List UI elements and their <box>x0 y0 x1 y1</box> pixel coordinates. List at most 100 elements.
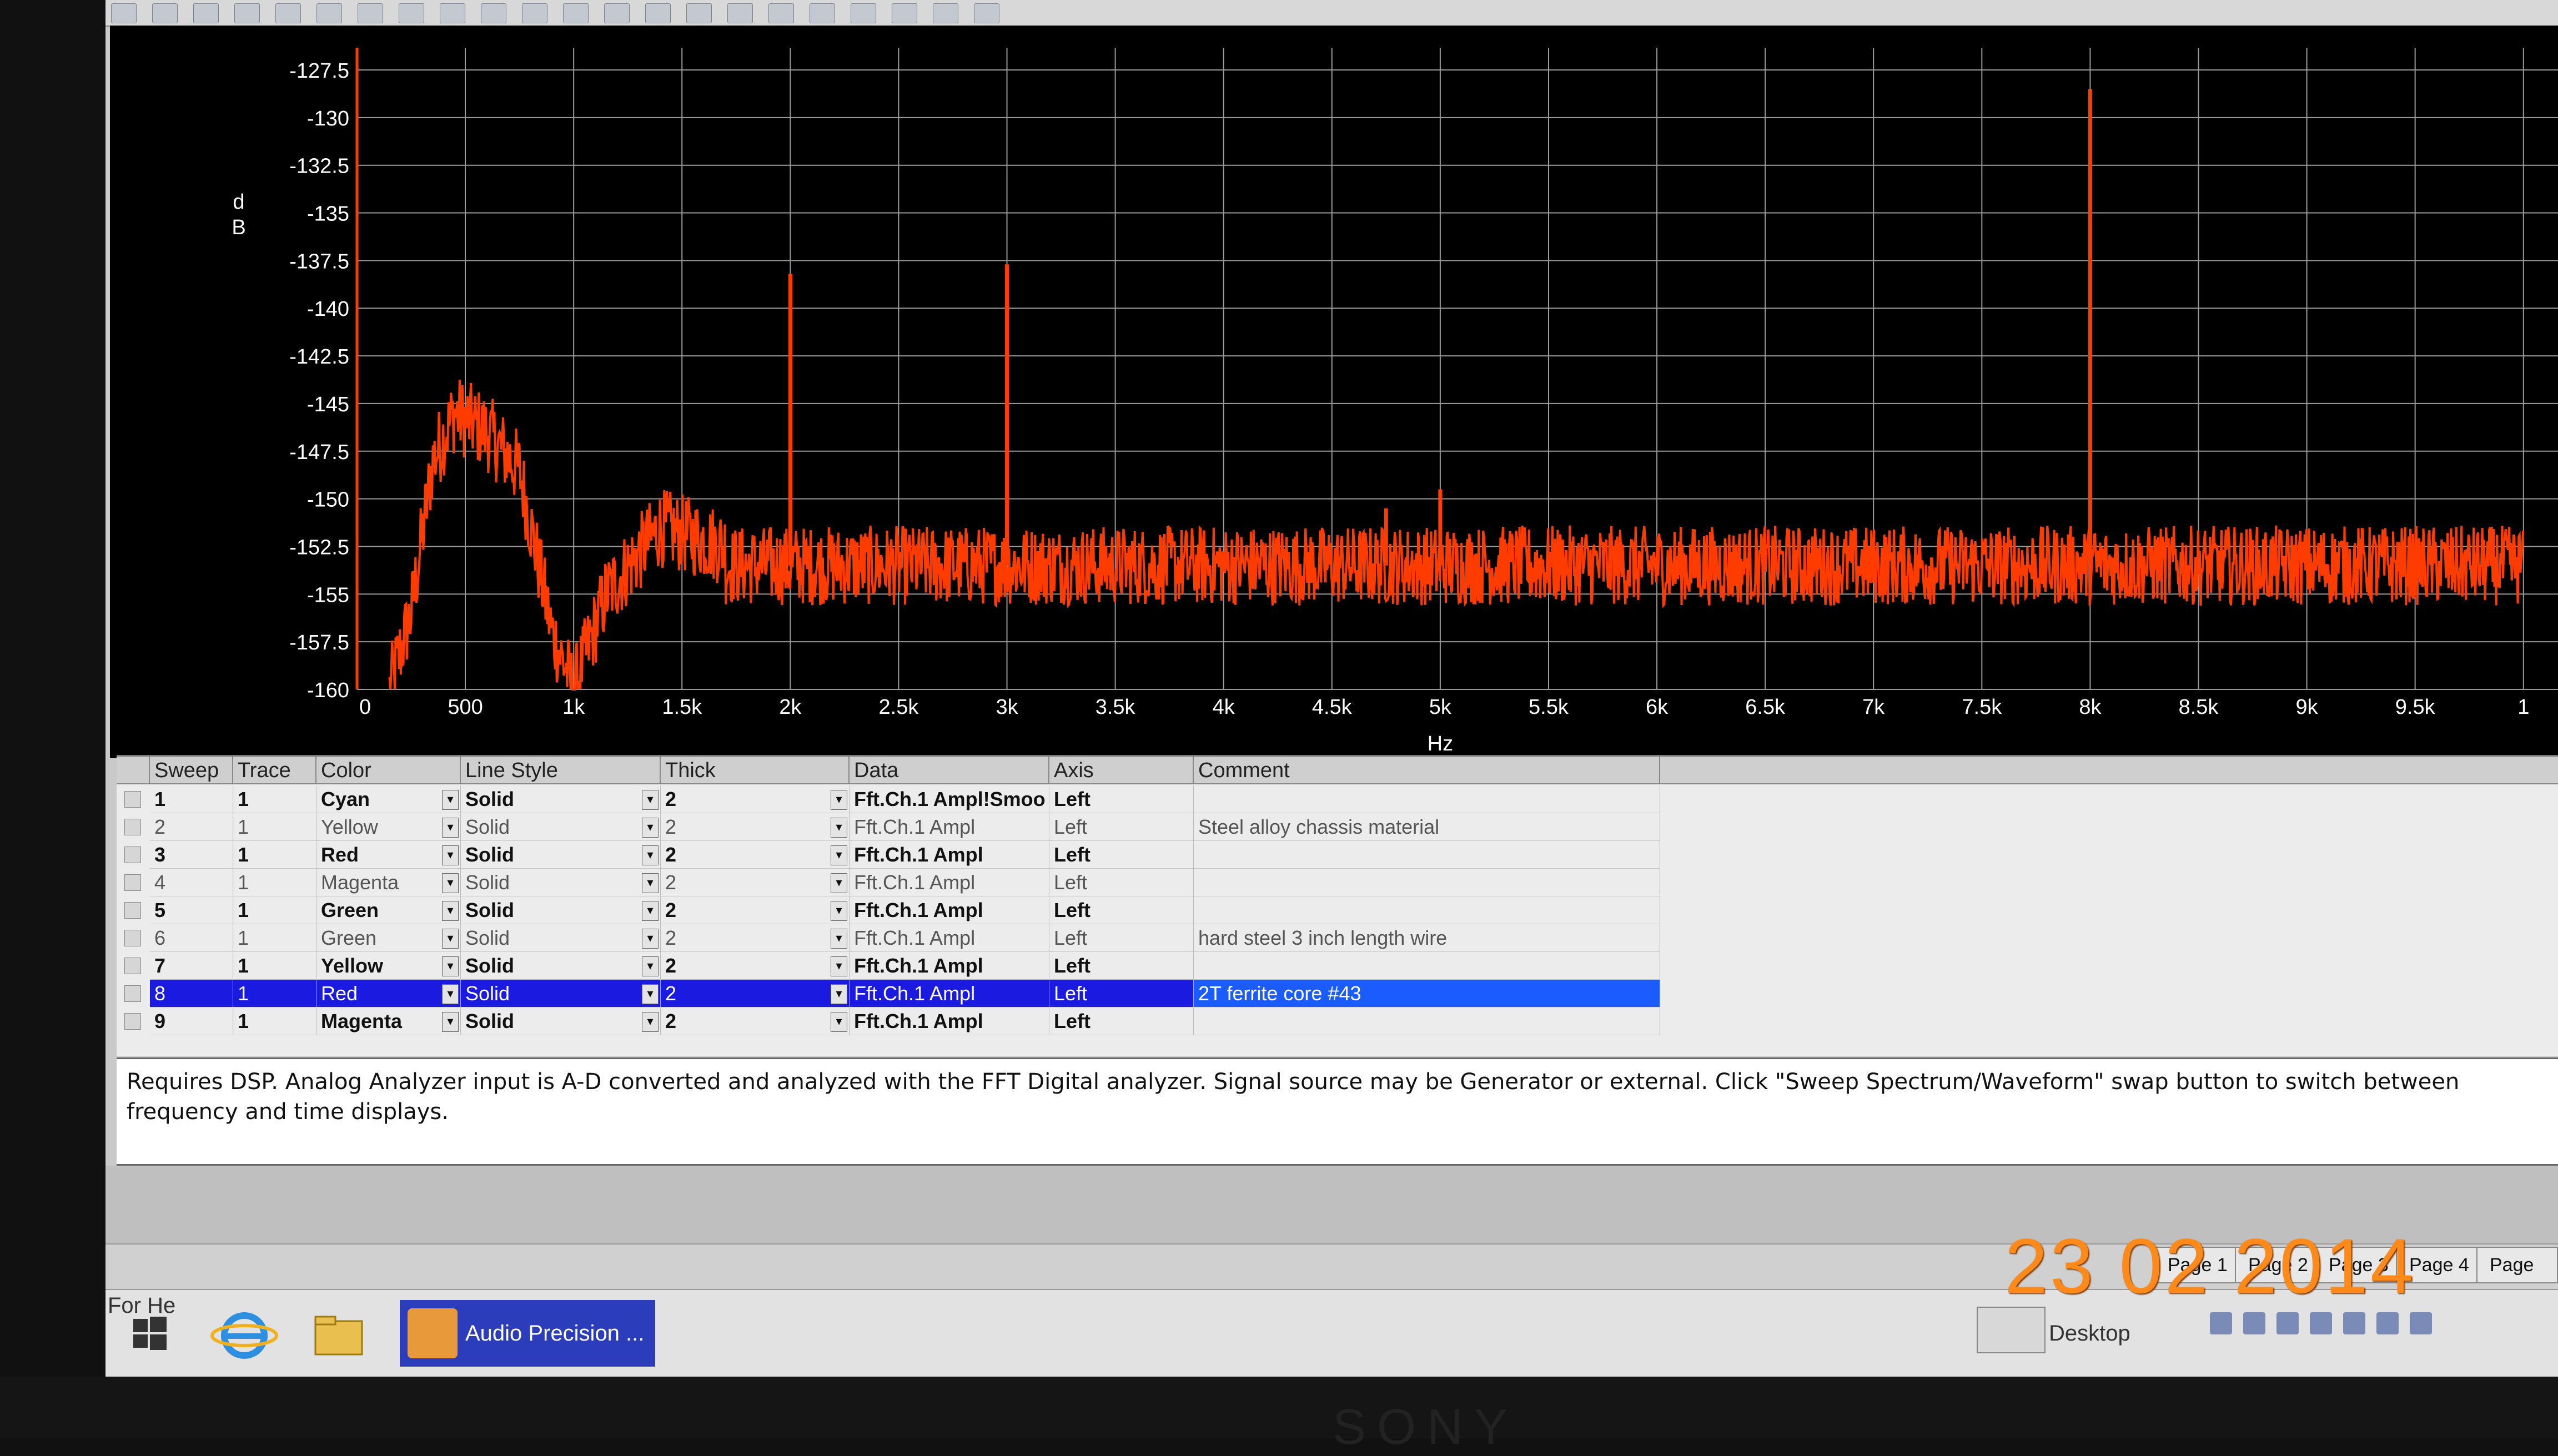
dropdown-arrow-icon[interactable]: ▾ <box>831 818 847 838</box>
header-thick[interactable]: Thick <box>661 757 850 784</box>
cell-color[interactable]: Magenta <box>316 1007 461 1035</box>
table-row[interactable]: 5 1 Green ▾ Solid ▾ 2 ▾ Fft.Ch.1 Ampl Left <box>117 896 1771 924</box>
cell-data[interactable]: Fft.Ch.1 Ampl <box>850 980 1049 1007</box>
tray-display-icon[interactable] <box>2243 1312 2265 1334</box>
cell-axis[interactable]: Left <box>1049 896 1194 924</box>
cell-sweep[interactable]: 9 <box>150 1007 233 1035</box>
dropdown-arrow-icon[interactable]: ▾ <box>442 956 459 976</box>
header-data[interactable]: Data <box>850 757 1049 784</box>
cell-trace[interactable]: 1 <box>233 980 316 1007</box>
cell-data[interactable]: Fft.Ch.1 Ampl <box>850 841 1049 869</box>
table-row[interactable]: 3 1 Red ▾ Solid ▾ 2 ▾ Fft.Ch.1 Ampl Left <box>117 841 1771 869</box>
cell-comment[interactable] <box>1194 869 1660 896</box>
dropdown-arrow-icon[interactable]: ▾ <box>642 984 659 1004</box>
tray-shield-icon[interactable] <box>2310 1312 2332 1334</box>
toolbar-button[interactable] <box>152 3 178 23</box>
toolbar-button[interactable] <box>399 3 424 23</box>
row-checkbox[interactable] <box>124 1013 141 1030</box>
cell-comment[interactable] <box>1194 841 1660 869</box>
toolbar-button[interactable] <box>522 3 547 23</box>
dropdown-arrow-icon[interactable]: ▾ <box>642 845 659 865</box>
cell-axis[interactable]: Left <box>1049 813 1194 841</box>
cell-data[interactable]: Fft.Ch.1 Ampl <box>850 1007 1049 1035</box>
toolbar-button[interactable] <box>727 3 753 23</box>
cell-trace[interactable]: 1 <box>233 841 316 869</box>
cell-trace[interactable]: 1 <box>233 813 316 841</box>
dropdown-arrow-icon[interactable]: ▾ <box>642 873 659 893</box>
cell-comment[interactable]: Steel alloy chassis material <box>1194 813 1660 841</box>
cell-sweep[interactable]: 7 <box>150 952 233 980</box>
cell-sweep[interactable]: 4 <box>150 869 233 896</box>
cell-style[interactable]: Solid <box>461 841 661 869</box>
table-row[interactable]: 8 1 Red ▾ Solid ▾ 2 ▾ Fft.Ch.1 Ampl Left 2T ferrit… <box>117 980 1771 1007</box>
toolbar-button[interactable] <box>193 3 219 23</box>
row-checkbox[interactable] <box>124 958 141 974</box>
cell-axis[interactable]: Left <box>1049 980 1194 1007</box>
dropdown-arrow-icon[interactable]: ▾ <box>642 901 659 921</box>
row-checkbox[interactable] <box>124 985 141 1002</box>
tray-app-icon[interactable] <box>2276 1312 2299 1334</box>
row-checkbox[interactable] <box>124 819 141 835</box>
dropdown-arrow-icon[interactable]: ▾ <box>831 984 847 1004</box>
cell-style[interactable]: Solid <box>461 980 661 1007</box>
dropdown-arrow-icon[interactable]: ▾ <box>642 1012 659 1032</box>
toolbar-button[interactable] <box>358 3 383 23</box>
dropdown-arrow-icon[interactable]: ▾ <box>831 873 847 893</box>
cell-style[interactable]: Solid <box>461 1007 661 1035</box>
header-sweep[interactable]: Sweep <box>150 757 233 784</box>
cell-axis[interactable]: Left <box>1049 785 1194 813</box>
cell-comment[interactable]: hard steel 3 inch length wire <box>1194 924 1660 952</box>
toolbar-button[interactable] <box>111 3 137 23</box>
tray-sound-icon[interactable] <box>2343 1312 2365 1334</box>
row-checkbox[interactable] <box>124 930 141 946</box>
cell-style[interactable]: Solid <box>461 896 661 924</box>
cell-thick[interactable]: 2 <box>661 952 850 980</box>
cell-trace[interactable]: 1 <box>233 924 316 952</box>
table-row[interactable]: 1 1 Cyan ▾ Solid ▾ 2 ▾ Fft.Ch.1 Ampl!Smoo Left <box>117 785 1771 813</box>
row-checkbox[interactable] <box>124 847 141 863</box>
cell-thick[interactable]: 2 <box>661 813 850 841</box>
cell-color[interactable]: Cyan <box>316 785 461 813</box>
cell-thick[interactable]: 2 <box>661 841 850 869</box>
cell-style[interactable]: Solid <box>461 924 661 952</box>
dropdown-arrow-icon[interactable]: ▾ <box>831 845 847 865</box>
cell-data[interactable]: Fft.Ch.1 Ampl!Smoo <box>850 785 1049 813</box>
dropdown-arrow-icon[interactable]: ▾ <box>442 929 459 949</box>
toolbar-button[interactable] <box>892 3 917 23</box>
toolbar-button[interactable] <box>440 3 465 23</box>
taskbar-app-audio-precision[interactable]: Audio Precision ... <box>400 1300 655 1367</box>
row-checkbox[interactable] <box>124 902 141 919</box>
cell-data[interactable]: Fft.Ch.1 Ampl <box>850 813 1049 841</box>
toolbar-button[interactable] <box>810 3 835 23</box>
keyboard-icon[interactable] <box>1977 1307 2046 1353</box>
toolbar-button[interactable] <box>974 3 999 23</box>
table-row[interactable]: 4 1 Magenta ▾ Solid ▾ 2 ▾ Fft.Ch.1 Ampl Left <box>117 869 1771 896</box>
cell-color[interactable]: Yellow <box>316 952 461 980</box>
toolbar-button[interactable] <box>768 3 794 23</box>
toolbar-button[interactable] <box>933 3 958 23</box>
table-row[interactable]: 7 1 Yellow ▾ Solid ▾ 2 ▾ Fft.Ch.1 Ampl Left <box>117 952 1771 980</box>
dropdown-arrow-icon[interactable]: ▾ <box>831 790 847 810</box>
cell-trace[interactable]: 1 <box>233 952 316 980</box>
internet-explorer-icon[interactable] <box>205 1302 283 1367</box>
dropdown-arrow-icon[interactable]: ▾ <box>831 956 847 976</box>
cell-thick[interactable]: 2 <box>661 869 850 896</box>
cell-sweep[interactable]: 2 <box>150 813 233 841</box>
cell-style[interactable]: Solid <box>461 869 661 896</box>
dropdown-arrow-icon[interactable]: ▾ <box>442 818 459 838</box>
cell-sweep[interactable]: 3 <box>150 841 233 869</box>
cell-color[interactable]: Green <box>316 924 461 952</box>
cell-axis[interactable]: Left <box>1049 841 1194 869</box>
cell-axis[interactable]: Left <box>1049 1007 1194 1035</box>
cell-thick[interactable]: 2 <box>661 924 850 952</box>
row-checkbox[interactable] <box>124 874 141 891</box>
file-explorer-icon[interactable] <box>300 1302 378 1367</box>
toolbar-button[interactable] <box>275 3 301 23</box>
cell-axis[interactable]: Left <box>1049 952 1194 980</box>
dropdown-arrow-icon[interactable]: ▾ <box>642 956 659 976</box>
cell-trace[interactable]: 1 <box>233 896 316 924</box>
cell-thick[interactable]: 2 <box>661 785 850 813</box>
table-row[interactable]: 2 1 Yellow ▾ Solid ▾ 2 ▾ Fft.Ch.1 Ampl Left Steel … <box>117 813 1771 841</box>
cell-comment[interactable] <box>1194 1007 1660 1035</box>
page-tab[interactable]: Page 5 <box>2476 1247 2558 1310</box>
